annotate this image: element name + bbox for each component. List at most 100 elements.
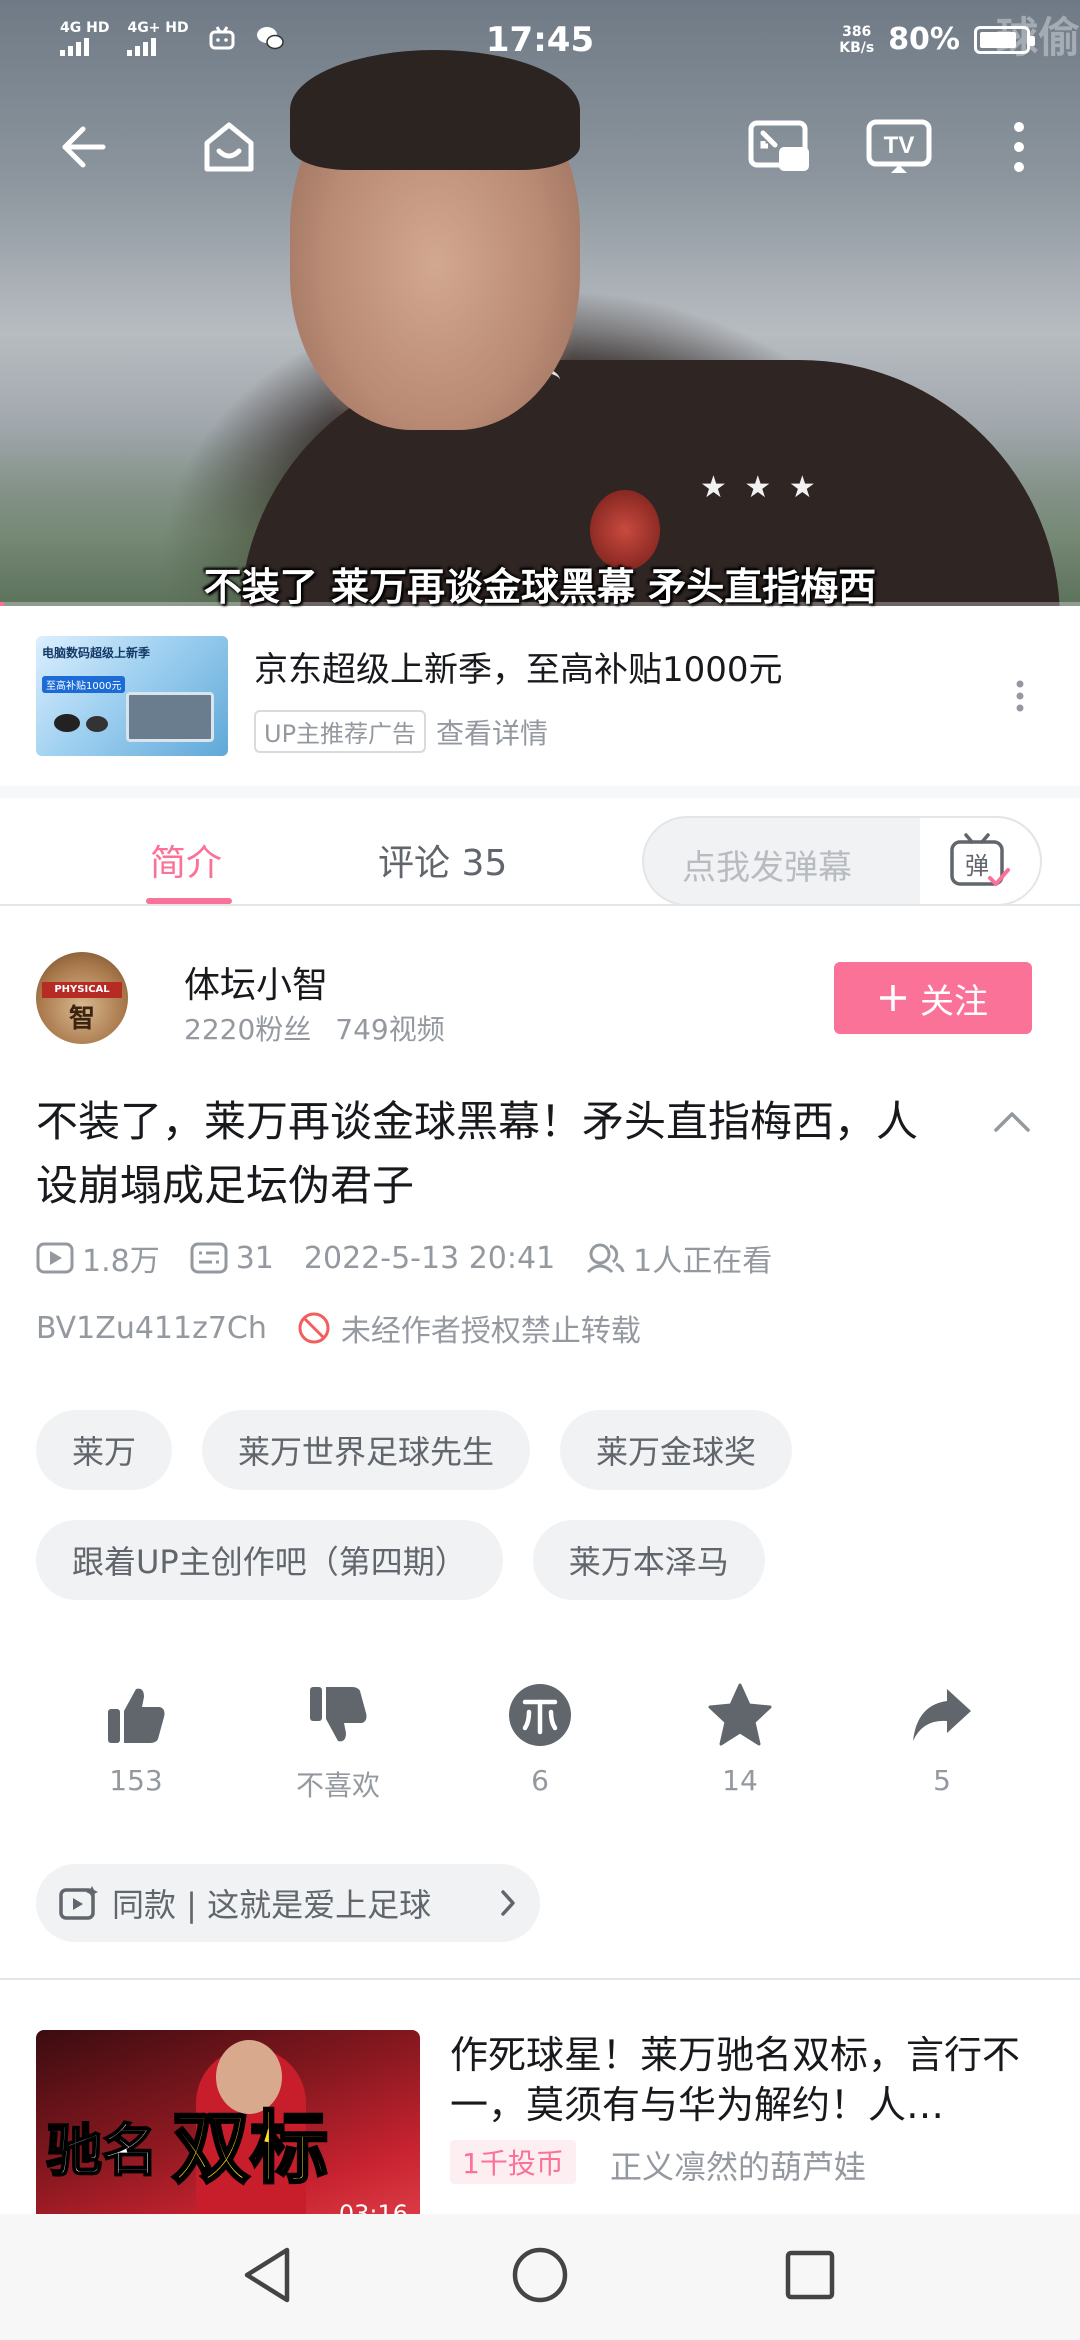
network-speed-value: 386 — [842, 23, 872, 40]
video-template-icon — [59, 1886, 98, 1920]
tag-chip[interactable]: 跟着UP主创作吧（第四期） — [36, 1520, 503, 1600]
tag-chip[interactable]: 莱万 — [36, 1410, 173, 1490]
people-watching-icon — [587, 1243, 625, 1274]
ad-tag: UP主推荐广告 — [254, 710, 427, 753]
copyright-notice: 未经作者授权禁止转载 — [297, 1306, 641, 1350]
coin-button[interactable]: 6 — [470, 1680, 610, 1797]
ad-detail-link[interactable]: 查看详情 — [436, 712, 548, 752]
same-bgm-text: 同款 | 这就是爱上足球 — [112, 1886, 432, 1924]
danmaku-input[interactable]: 点我发弹幕 弹 — [642, 816, 1042, 906]
danmaku-count-icon — [190, 1242, 228, 1274]
recommended-uploader[interactable]: 正义凛然的葫芦娃 — [610, 2142, 866, 2188]
dislike-button[interactable]: 不喜欢 — [268, 1680, 408, 1804]
avatar-character: 智 — [68, 1004, 95, 1034]
watching-now: 1人正在看 — [585, 1236, 772, 1280]
follow-label: 关注 — [920, 981, 988, 1022]
video-meta-secondary: BV1Zu411z7Ch 未经作者授权禁止转载 — [36, 1306, 641, 1350]
danmaku-toggle-button[interactable]: 弹 — [920, 818, 1040, 904]
favorite-button[interactable]: 14 — [670, 1680, 810, 1797]
like-count: 153 — [109, 1764, 163, 1797]
system-navigation-bar — [0, 2214, 1080, 2340]
ad-more-button[interactable] — [1010, 676, 1030, 716]
svg-text:TV: TV — [884, 132, 915, 159]
back-arrow-icon — [62, 126, 106, 168]
tab-bar: 简介 评论 35 点我发弹幕 弹 — [0, 786, 1080, 906]
nav-recents-button[interactable] — [775, 2240, 845, 2310]
publish-date: 2022-5-13 20:41 — [303, 1240, 556, 1276]
ad-thumbnail[interactable]: 电脑数码超级上新季 至高补贴1000元 — [36, 636, 228, 756]
author-stats: 2220粉丝 749视频 — [184, 1008, 445, 1048]
section-divider — [0, 1978, 1080, 1980]
coin-icon — [509, 1684, 571, 1746]
tv-cast-icon: TV — [866, 119, 932, 173]
favorite-count: 14 — [722, 1764, 758, 1797]
view-count: 1.8万 — [36, 1236, 160, 1280]
avatar[interactable]: PHYSICAL 智 — [36, 952, 128, 1044]
danmaku-toggle-icon: 弹 — [950, 833, 1010, 886]
no-repost-icon — [298, 1312, 330, 1344]
video-subtitle: 不装了 莱万再谈金球黑幕 矛头直指梅西 — [203, 565, 877, 609]
network-speed-unit: KB/s — [839, 39, 875, 56]
author-videos: 749视频 — [335, 1013, 445, 1046]
status-bar: 4G HD 4G+ HD 17:45 386 KB/s 80% — [0, 0, 1080, 84]
action-bar: 153 不喜欢 6 14 5 — [0, 1680, 1080, 1810]
more-vertical-icon — [1016, 680, 1024, 712]
ad-thumbnail-badge: 至高补贴1000元 — [42, 676, 126, 693]
chevron-right-icon — [501, 1890, 515, 1916]
play-count-icon — [36, 1242, 74, 1274]
author-fans: 2220粉丝 — [184, 1013, 312, 1046]
mouse-graphic — [54, 714, 80, 732]
battery-icon — [974, 25, 1035, 54]
author-name[interactable]: 体坛小智 — [184, 956, 328, 1008]
share-button[interactable]: 5 — [872, 1680, 1012, 1797]
tag-list: 莱万 莱万世界足球先生 莱万金球奖 跟着UP主创作吧（第四期） 莱万本泽马 — [36, 1410, 1046, 1600]
picture-in-picture-button[interactable] — [744, 112, 814, 182]
tag-chip[interactable]: 莱万金球奖 — [560, 1410, 793, 1490]
tag-chip[interactable]: 莱万本泽马 — [532, 1520, 765, 1600]
nav-back-button[interactable] — [232, 2240, 302, 2310]
back-button[interactable] — [48, 112, 118, 182]
thumbs-up-icon — [108, 1688, 165, 1743]
share-arrow-icon — [913, 1689, 971, 1741]
like-button[interactable]: 153 — [66, 1680, 206, 1797]
ad-banner[interactable]: 电脑数码超级上新季 至高补贴1000元 京东超级上新季，至高补贴1000元 UP… — [0, 606, 1080, 784]
chevron-up-icon — [994, 1112, 1030, 1132]
page: ★ ★ ★ 球偷 4G HD 4G+ HD 17:45 386 KB/s 80%… — [0, 0, 1080, 2340]
thumbnail-caption-2: 双标 — [170, 2103, 329, 2196]
video-player[interactable]: ★ ★ ★ — [0, 0, 1080, 620]
battery-percent: 80% — [888, 22, 960, 57]
more-options-button[interactable] — [984, 112, 1054, 182]
player-top-bar: TV — [0, 100, 1080, 190]
thumbnail-caption-1: 驰名 — [45, 2118, 159, 2185]
triangle-back-icon — [244, 2247, 290, 2303]
collapse-button[interactable] — [992, 1106, 1032, 1136]
home-button[interactable] — [194, 112, 264, 182]
tv-cast-button[interactable]: TV — [864, 112, 934, 182]
home-icon — [204, 122, 254, 172]
danmaku-count: 31 — [190, 1241, 274, 1276]
nav-home-button[interactable] — [505, 2240, 575, 2310]
tab-comments[interactable]: 评论 35 — [378, 834, 507, 886]
tab-intro[interactable]: 简介 — [150, 834, 222, 886]
recommended-video[interactable]: 驰名 双标 03:16 作死球星！莱万驰名双标，言行不一，莫须有与华为解约！人…… — [0, 2000, 1080, 2214]
ad-title[interactable]: 京东超级上新季，至高补贴1000元 — [254, 642, 783, 691]
copyright-text: 未经作者授权禁止转载 — [340, 1314, 641, 1349]
picture-in-picture-icon — [748, 120, 809, 171]
same-bgm-link[interactable]: 同款 | 这就是爱上足球 — [36, 1864, 540, 1942]
coin-count: 6 — [531, 1764, 549, 1797]
video-frame-stars: ★ ★ ★ — [700, 470, 820, 505]
video-meta: 1.8万 31 2022-5-13 20:41 1人正在看 — [36, 1236, 802, 1280]
plus-icon — [880, 985, 906, 1011]
recommended-title[interactable]: 作死球星！莱万驰名双标，言行不一，莫须有与华为解约！人… — [450, 2030, 1046, 2130]
bvid: BV1Zu411z7Ch — [36, 1310, 267, 1346]
ad-thumbnail-title: 电脑数码超级上新季 — [42, 646, 151, 660]
thumbs-down-icon — [310, 1687, 367, 1742]
circle-home-icon — [512, 2247, 568, 2303]
recommended-thumbnail[interactable]: 驰名 双标 03:16 — [36, 2030, 420, 2214]
follow-button[interactable]: 关注 — [834, 962, 1032, 1034]
video-duration: 03:16 — [338, 2200, 408, 2214]
recommended-badge: 1千投币 — [450, 2140, 576, 2184]
tag-chip[interactable]: 莱万世界足球先生 — [202, 1410, 531, 1490]
avatar-band-text: PHYSICAL — [42, 982, 122, 998]
watching-now-value: 1人正在看 — [633, 1244, 773, 1279]
